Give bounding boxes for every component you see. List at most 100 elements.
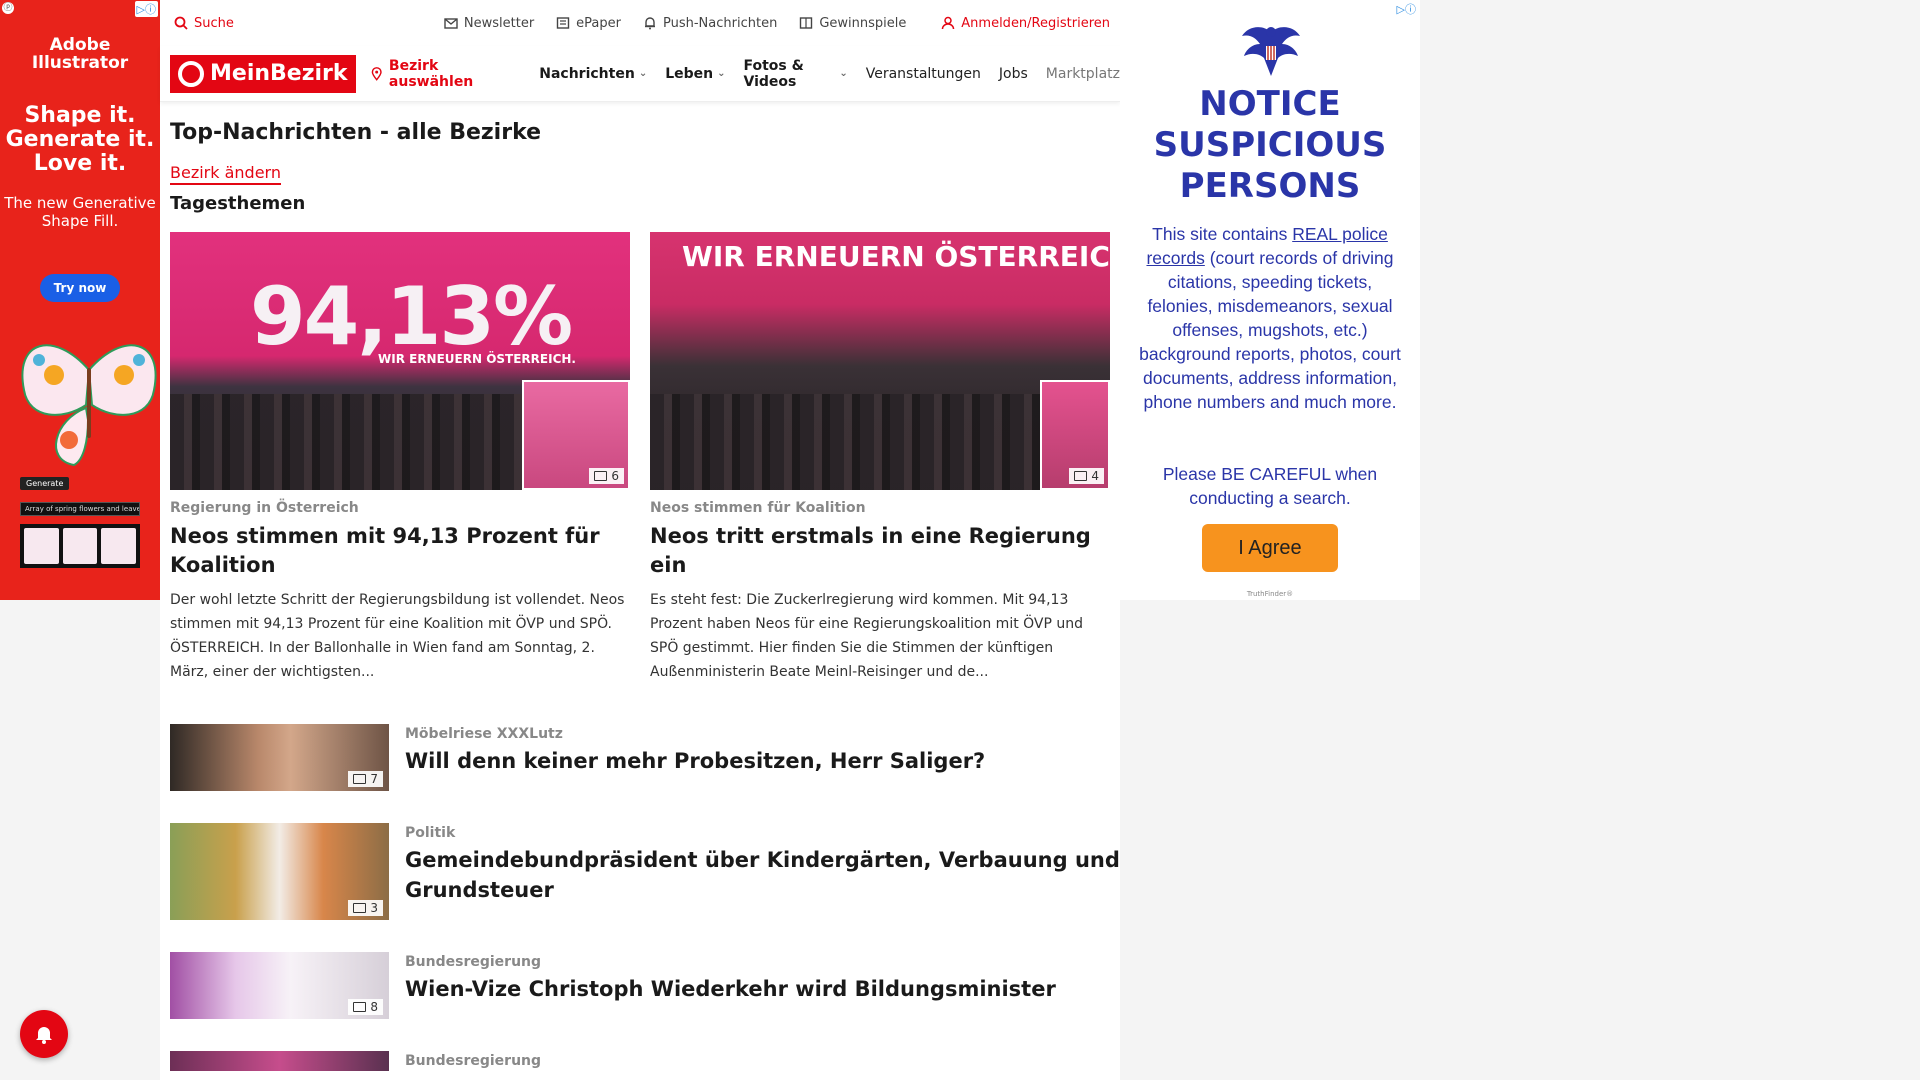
prompt-field: Array of spring flowers and leaves [20, 502, 140, 516]
ad-brand-line1: Adobe [49, 35, 111, 55]
nav-item-leben[interactable]: Leben ⌄ [665, 58, 725, 90]
photo-count: 8 [370, 1000, 378, 1014]
chevron-down-icon: ⌄ [717, 68, 726, 79]
story-title[interactable]: Neos stimmen mit 94,13 Prozent für Koali… [170, 522, 630, 580]
ad-headline: Shape it. Generate it. Love it. [5, 103, 155, 176]
newsletter-label: Newsletter [463, 15, 535, 31]
gallery-icon [353, 903, 367, 913]
chevron-down-icon: ⌄ [638, 68, 648, 79]
try-now-button[interactable]: Try now [40, 274, 120, 302]
location-pin-icon [371, 66, 382, 81]
right-advertisement[interactable]: ▷ⓘ NOTICE SUSPICIOUS PERSONS This site c… [1120, 0, 1420, 600]
story-thumbnail[interactable] [170, 1051, 389, 1071]
epaper-link[interactable]: ePaper [556, 16, 621, 31]
ad-footer: TruthFinder® [1246, 590, 1294, 598]
story-list: 7 Möbelriese XXXLutz Will denn keiner me… [170, 724, 1120, 1071]
search-link[interactable]: Suche [174, 16, 234, 31]
privacy-icon[interactable]: ⓟ [2, 2, 14, 14]
story-kicker[interactable]: Neos stimmen für Koalition [650, 500, 1110, 516]
nav-item-nachrichten[interactable]: Nachrichten ⌄ [539, 58, 647, 90]
story-kicker[interactable]: Bundesregierung [405, 1053, 541, 1069]
push-link[interactable]: Push-Nachrichten [643, 16, 777, 31]
content-area: Top-Nachrichten - alle Bezirke Bezirk än… [160, 120, 1120, 1071]
story-title[interactable]: Will denn keiner mehr Probesitzen, Herr … [405, 746, 985, 776]
notification-bell-button[interactable] [20, 1010, 68, 1058]
bezirk-aendern-link[interactable]: Bezirk ändern [170, 163, 281, 185]
ad-headline: NOTICE SUSPICIOUS PERSONS [1153, 84, 1387, 206]
meinbezirk-logo[interactable]: MeinBezirk [170, 54, 356, 93]
search-label: Suche [194, 15, 234, 31]
photo-count-badge: 3 [348, 900, 383, 916]
gallery-icon [1074, 471, 1088, 481]
nav-label: Leben [665, 65, 714, 82]
list-item[interactable]: 3 Politik Gemeindebundpräsident über Kin… [170, 823, 1120, 920]
story-thumbnail[interactable]: 3 [170, 823, 389, 920]
photo-count: 3 [370, 901, 378, 915]
utility-bar: Suche Newsletter ePaper Push-Nachrichten [160, 0, 1120, 46]
chevron-down-icon: ⌄ [839, 68, 848, 79]
top-stories: 94,13% WIR ERNEUERN ÖSTERREICH. 6 Regier… [170, 232, 1120, 684]
user-icon [942, 16, 955, 30]
story-kicker[interactable]: Politik [405, 825, 1120, 841]
story-kicker[interactable]: Möbelriese XXXLutz [405, 726, 985, 742]
story-kicker[interactable]: Bundesregierung [405, 954, 1056, 970]
story-thumbnail[interactable]: 8 [170, 952, 389, 1019]
story-image[interactable]: WIR ERNEUERN ÖSTERREICH 4 [650, 232, 1110, 490]
main-navigation: MeinBezirk Bezirk auswählen Nachrichten ⌄… [160, 46, 1120, 102]
mail-icon [444, 18, 458, 29]
story-teaser[interactable]: Es steht fest: Die Zuckerlregierung wird… [650, 588, 1110, 684]
photo-count: 6 [611, 469, 619, 483]
i-agree-button[interactable]: I Agree [1202, 524, 1338, 572]
gallery-icon [594, 471, 608, 481]
story-image[interactable]: 94,13% WIR ERNEUERN ÖSTERREICH. 6 [170, 232, 630, 490]
adchoices-icon[interactable]: ▷ⓘ [1397, 1, 1416, 17]
gewinnspiele-label: Gewinnspiele [819, 15, 907, 31]
gewinnspiele-link[interactable]: Gewinnspiele [799, 16, 906, 31]
story-title[interactable]: Neos tritt erstmals in eine Regierung ei… [650, 522, 1110, 580]
adchoices-icon[interactable]: ▷ⓘ [134, 1, 158, 17]
newsletter-link[interactable]: Newsletter [444, 16, 534, 31]
eagle-emblem-icon [1242, 27, 1300, 76]
image-slogan: WIR ERNEUERN ÖSTERREICH. [378, 352, 576, 366]
push-label: Push-Nachrichten [663, 15, 778, 31]
page-title: Top-Nachrichten - alle Bezirke [170, 120, 542, 145]
story-title[interactable]: Wien-Vize Christoph Wiederkehr wird Bild… [405, 974, 1056, 1004]
ad-warning: Please BE CAREFUL when conducting a sear… [1162, 464, 1378, 508]
bell-icon [645, 17, 655, 30]
ad-body-text: This site contains [1152, 224, 1293, 244]
photo-count-badge: 8 [348, 999, 383, 1015]
variation-thumb [101, 528, 137, 564]
gallery-icon [353, 1002, 367, 1012]
story-kicker[interactable]: Regierung in Österreich [170, 500, 630, 516]
left-advertisement[interactable]: ⓟ ▷ⓘ Adobe Illustrator Shape it. Generat… [0, 0, 160, 600]
nav-item-marktplatz[interactable]: Marktplatz [1046, 58, 1120, 90]
nav-item-veranstaltungen[interactable]: Veranstaltungen [866, 58, 981, 90]
story-teaser[interactable]: Der wohl letzte Schritt der Regierungsbi… [170, 588, 630, 684]
story-title[interactable]: Gemeindebundpräsident über Kindergärten,… [405, 845, 1120, 905]
story-thumbnail[interactable]: 7 [170, 724, 389, 791]
ad-brand-line2: Illustrator [31, 53, 129, 73]
logo-mark-icon [178, 60, 204, 87]
ad-subline: The new Generative Shape Fill. [4, 194, 156, 230]
ad-brand: Adobe Illustrator [0, 36, 160, 72]
search-icon [174, 16, 188, 30]
image-text: WIR ERNEUERN ÖSTERREICH [682, 240, 1110, 273]
list-item[interactable]: 7 Möbelriese XXXLutz Will denn keiner me… [170, 724, 1120, 791]
login-link[interactable]: Anmelden/Registrieren [941, 16, 1110, 31]
story-card[interactable]: 94,13% WIR ERNEUERN ÖSTERREICH. 6 Regier… [170, 232, 630, 684]
gift-icon [800, 17, 813, 29]
nav-item-jobs[interactable]: Jobs [999, 58, 1028, 90]
variation-thumbnails [20, 524, 140, 568]
photo-count-badge: 6 [589, 468, 624, 484]
nav-item-fotos-videos[interactable]: Fotos & Videos ⌄ [744, 58, 848, 90]
list-item[interactable]: Bundesregierung [170, 1051, 1120, 1071]
gallery-icon [353, 774, 367, 784]
section-heading: Tagesthemen [170, 193, 306, 214]
bezirk-select-label: Bezirk auswählen [388, 57, 474, 90]
story-card[interactable]: WIR ERNEUERN ÖSTERREICH 4 Neos stimmen f… [650, 232, 1110, 684]
list-item[interactable]: 8 Bundesregierung Wien-Vize Christoph Wi… [170, 952, 1120, 1019]
photo-count: 4 [1091, 469, 1099, 483]
bezirk-select-button[interactable]: Bezirk auswählen [370, 58, 522, 90]
nav-label: Nachrichten [539, 65, 635, 82]
butterfly-illustration [21, 344, 157, 467]
